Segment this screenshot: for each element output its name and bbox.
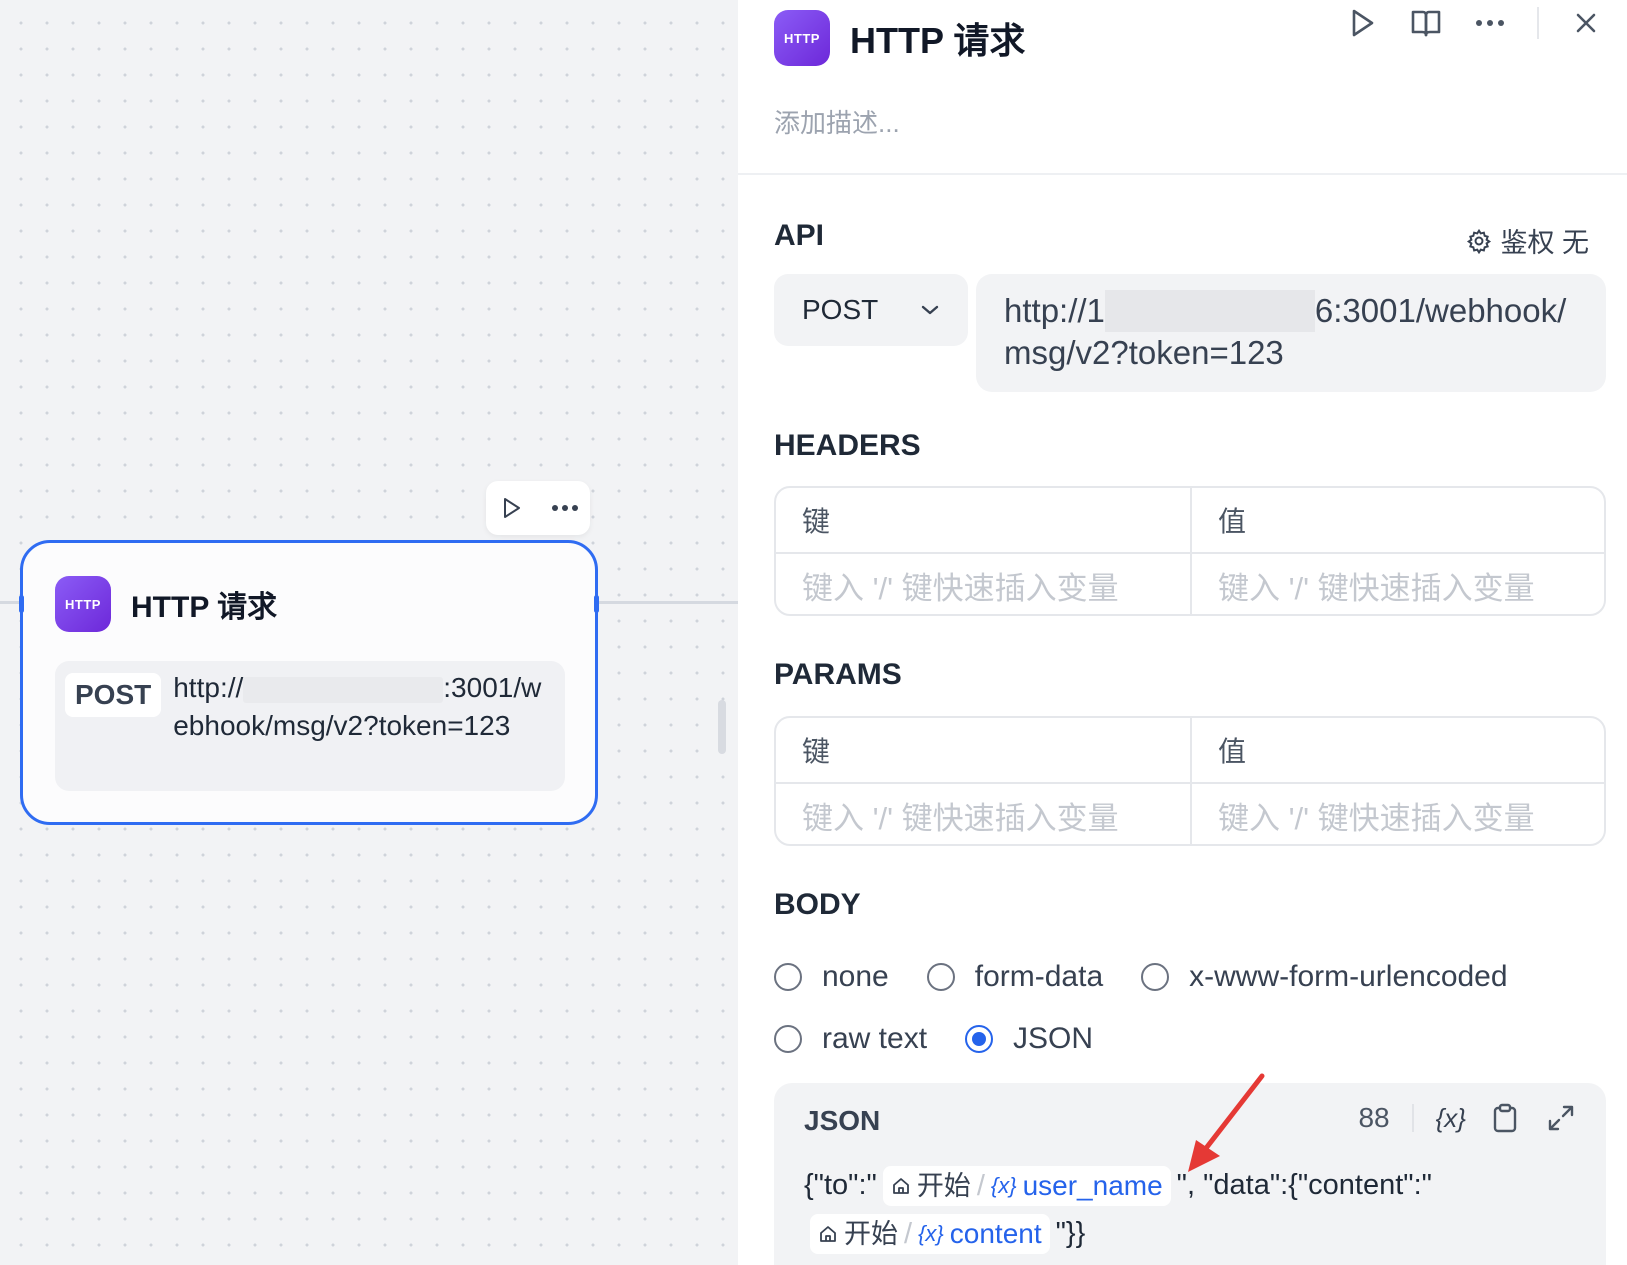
table-header-row: 键 值 bbox=[776, 488, 1604, 552]
body-label: BODY bbox=[774, 888, 861, 921]
method-select[interactable]: POST bbox=[774, 274, 968, 346]
home-icon bbox=[820, 1226, 836, 1243]
char-count: 88 bbox=[1358, 1102, 1390, 1133]
home-icon bbox=[892, 1178, 909, 1195]
api-label: API bbox=[774, 219, 825, 252]
chip-variable: user_name bbox=[1022, 1170, 1163, 1202]
insert-variable-icon[interactable]: {x} bbox=[1436, 1103, 1466, 1134]
body-option-raw-text[interactable]: raw text bbox=[774, 1022, 927, 1056]
close-icon[interactable] bbox=[1569, 6, 1603, 40]
key-column-header: 键 bbox=[802, 506, 831, 537]
auth-setting[interactable]: 鉴权 无 bbox=[1466, 221, 1589, 260]
body-option-urlencoded[interactable]: x-www-form-urlencoded bbox=[1141, 960, 1508, 994]
node-method-tag: POST bbox=[65, 673, 162, 717]
key-column-header: 键 bbox=[802, 736, 831, 767]
param-value-input[interactable]: 键入 '/' 键快速插入变量 bbox=[1190, 784, 1604, 844]
input-handle[interactable] bbox=[19, 595, 24, 613]
chip-separator: / bbox=[976, 1170, 985, 1203]
option-label: JSON bbox=[1013, 1022, 1094, 1055]
body-type-group: none form-data x-www-form-urlencoded bbox=[774, 960, 1508, 994]
variable-icon: {x} bbox=[990, 1173, 1017, 1199]
annotation-arrow-icon bbox=[1188, 1073, 1265, 1172]
radio-raw-text[interactable] bbox=[774, 1025, 802, 1053]
option-label: form-data bbox=[974, 960, 1104, 993]
output-handle[interactable] bbox=[594, 595, 599, 613]
node-header: HTTP HTTP 请求 bbox=[55, 576, 277, 632]
radio-form-data[interactable] bbox=[926, 963, 955, 991]
header-divider bbox=[1537, 7, 1539, 39]
http-request-node[interactable]: HTTP HTTP 请求 POST http://:3001/webhook/m… bbox=[19, 540, 599, 825]
body-option-form-data[interactable]: form-data bbox=[926, 960, 1104, 994]
edge-out bbox=[596, 601, 738, 604]
panel-divider bbox=[738, 173, 1627, 175]
json-text-1: {"to":" bbox=[804, 1169, 877, 1201]
json-editor-title: JSON bbox=[804, 1105, 881, 1136]
url-prefix: http://1 bbox=[1004, 292, 1105, 329]
value-column-header: 值 bbox=[1190, 488, 1604, 552]
json-editor-tools: 88 {x} bbox=[1358, 1101, 1578, 1135]
redacted-host bbox=[1104, 290, 1315, 332]
node-more-icon[interactable] bbox=[548, 491, 582, 525]
run-node-icon[interactable] bbox=[494, 491, 528, 525]
param-key-input[interactable]: 键入 '/' 键快速插入变量 bbox=[776, 784, 1190, 844]
table-row: 键入 '/' 键快速插入变量 键入 '/' 键快速插入变量 bbox=[776, 552, 1604, 614]
chip-variable: content bbox=[949, 1218, 1042, 1250]
chevron-down-icon bbox=[921, 305, 939, 315]
radio-none[interactable] bbox=[774, 963, 802, 991]
option-label: x-www-form-urlencoded bbox=[1189, 960, 1508, 993]
description-input[interactable]: 添加描述... bbox=[774, 103, 900, 140]
node-url-prefix: http:// bbox=[173, 672, 244, 703]
chip-source: 开始 bbox=[844, 1219, 898, 1250]
radio-urlencoded[interactable] bbox=[1141, 963, 1170, 991]
node-url: http://:3001/webhook/msg/v2?token=123 bbox=[173, 669, 555, 791]
header-key-input[interactable]: 键入 '/' 键快速插入变量 bbox=[776, 554, 1190, 614]
json-text-3: "}} bbox=[1055, 1217, 1086, 1249]
params-table: 键 值 键入 '/' 键快速插入变量 键入 '/' 键快速插入变量 bbox=[774, 716, 1606, 846]
gear-icon bbox=[1467, 228, 1492, 254]
http-badge-icon: HTTP bbox=[774, 10, 830, 66]
expand-icon[interactable] bbox=[1544, 1101, 1578, 1135]
more-icon[interactable] bbox=[1473, 6, 1507, 40]
headers-label: HEADERS bbox=[774, 429, 921, 462]
url-input[interactable]: http://1 6:3001/webhook/msg/v2?token=123 bbox=[976, 274, 1606, 392]
headers-table: 键 值 键入 '/' 键快速插入变量 键入 '/' 键快速插入变量 bbox=[774, 486, 1606, 616]
workflow-canvas[interactable]: HTTP HTTP 请求 POST http://:3001/webhook/m… bbox=[0, 0, 738, 1265]
clipboard-icon[interactable] bbox=[1488, 1101, 1522, 1135]
radio-json[interactable] bbox=[965, 1025, 994, 1053]
auth-label: 鉴权 无 bbox=[1500, 228, 1589, 258]
variable-icon: {x} bbox=[918, 1221, 944, 1247]
http-badge-icon: HTTP bbox=[55, 576, 111, 632]
chip-source: 开始 bbox=[916, 1171, 971, 1202]
body-option-json[interactable]: JSON bbox=[965, 1022, 1093, 1056]
variable-chip-user-name[interactable]: 开始 / {x} user_name bbox=[882, 1166, 1171, 1207]
panel-title[interactable]: HTTP 请求 bbox=[850, 12, 1025, 64]
table-header-row: 键 值 bbox=[776, 718, 1604, 782]
header-value-input[interactable]: 键入 '/' 键快速插入变量 bbox=[1190, 554, 1604, 614]
panel-resize-handle[interactable] bbox=[718, 700, 726, 754]
option-label: none bbox=[822, 960, 889, 993]
book-icon[interactable] bbox=[1409, 6, 1443, 40]
option-label: raw text bbox=[822, 1022, 928, 1055]
panel-header-actions bbox=[1345, 6, 1603, 40]
params-label: PARAMS bbox=[774, 658, 902, 691]
node-title: HTTP 请求 bbox=[131, 591, 278, 624]
chip-separator: / bbox=[904, 1218, 913, 1251]
value-column-header: 值 bbox=[1190, 718, 1604, 782]
run-icon[interactable] bbox=[1345, 6, 1379, 40]
tool-divider bbox=[1411, 1104, 1414, 1132]
variable-chip-content[interactable]: 开始 / {x} content bbox=[810, 1214, 1050, 1255]
redacted-host bbox=[243, 676, 444, 703]
method-value: POST bbox=[802, 294, 879, 325]
body-type-group-2: raw text JSON bbox=[774, 1022, 1093, 1056]
node-summary: POST http://:3001/webhook/msg/v2?token=1… bbox=[55, 661, 565, 791]
table-row: 键入 '/' 键快速插入变量 键入 '/' 键快速插入变量 bbox=[776, 782, 1604, 844]
body-option-none[interactable]: none bbox=[774, 960, 889, 994]
node-toolbar bbox=[486, 481, 590, 535]
